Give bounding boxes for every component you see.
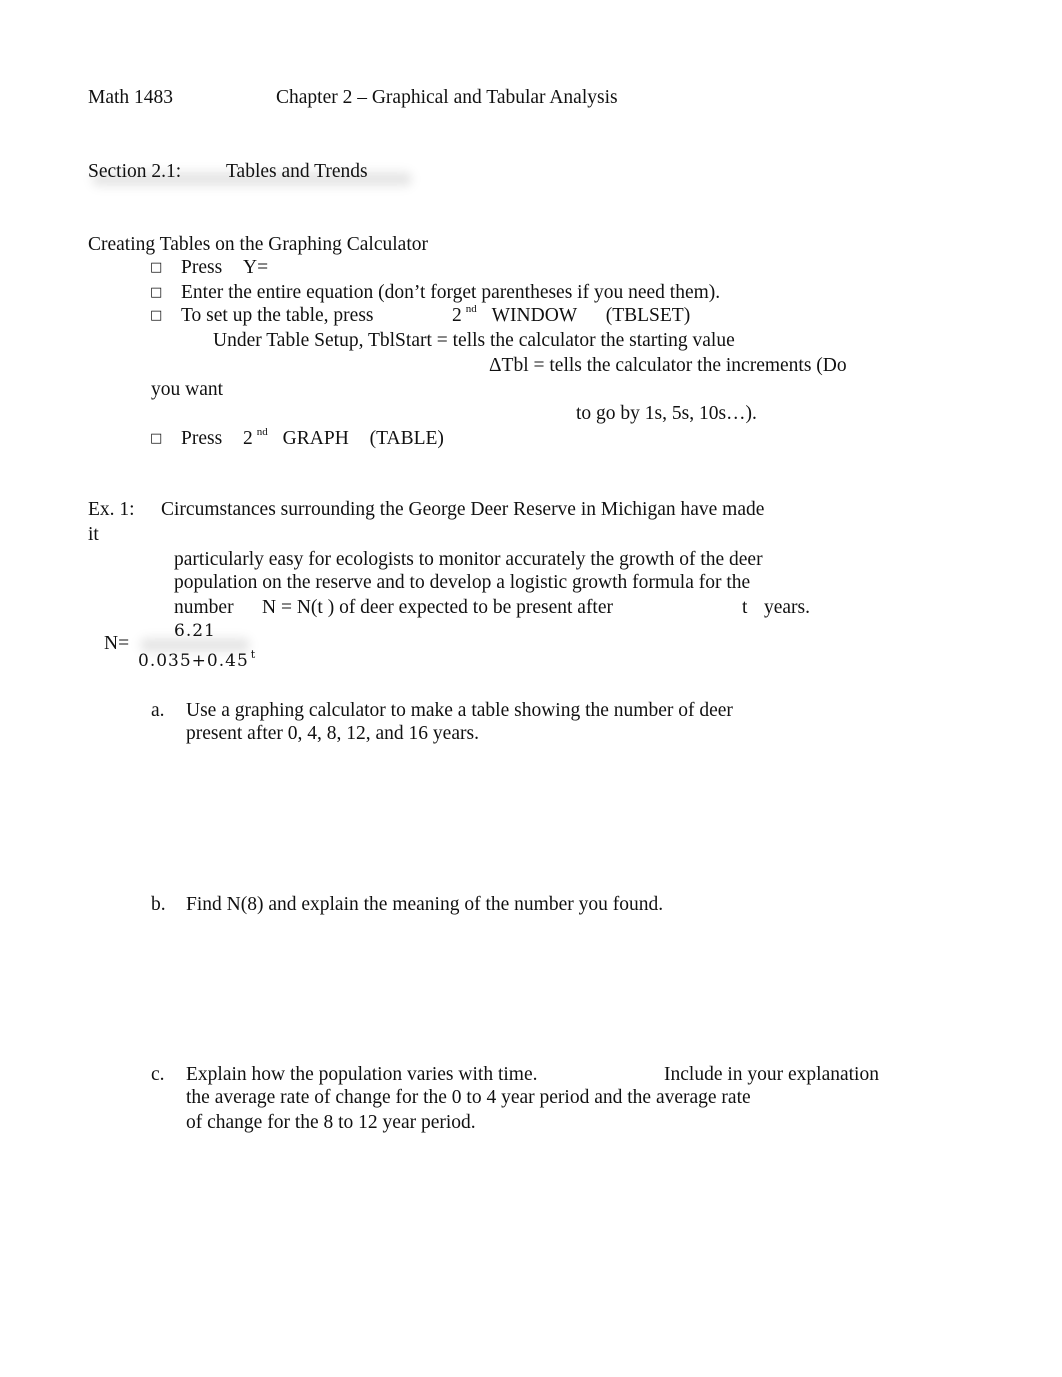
setup-line-4: to go by 1s, 5s, 10s…).	[576, 403, 757, 424]
question-a-line-2: present after 0, 4, 8, 12, and 16 years.	[186, 723, 479, 744]
step-1: Press Y=	[181, 258, 268, 278]
bullet-icon: □	[150, 308, 163, 323]
example-label: Ex. 1:	[88, 499, 135, 520]
formula-numerator: 6.21	[174, 621, 216, 641]
key-graph: GRAPH	[282, 428, 349, 449]
question-c-line-1a: Explain how the population varies with t…	[186, 1064, 538, 1085]
key-y-equals: Y=	[243, 257, 269, 278]
formula-denominator-base: 0.035+0.45	[138, 651, 249, 671]
example-line-1-wrap: it	[88, 524, 99, 545]
example-line-4b: N = N(t ) of deer expected to be present…	[262, 597, 613, 618]
step-4-press: Press	[181, 428, 223, 449]
step-2: Enter the entire equation (don’t forget …	[181, 282, 721, 303]
example-line-1: Circumstances surrounding the George Dee…	[161, 499, 765, 520]
setup-line-2: ΔTbl = tells the calculator the incremen…	[489, 355, 847, 376]
key-table: (TABLE)	[369, 428, 444, 449]
step-1-press: Press	[181, 257, 223, 278]
key-2nd-sup: nd	[256, 426, 268, 438]
key-2nd-num: 2	[452, 305, 462, 326]
setup-line-3: you want	[151, 379, 224, 400]
key-window: WINDOW	[491, 305, 577, 326]
question-b-line-1: Find N(8) and explain the meaning of the…	[186, 894, 664, 915]
example-line-4c: t	[742, 597, 748, 618]
section-label: Section 2.1:	[88, 161, 182, 182]
step-3-text: To set up the table, press	[181, 305, 374, 326]
key-2nd-num: 2	[243, 428, 253, 449]
question-c-line-3: of change for the 8 to 12 year period.	[186, 1112, 476, 1133]
calculator-heading: Creating Tables on the Graphing Calculat…	[88, 234, 428, 255]
bullet-icon: □	[150, 285, 163, 300]
question-c-line-2: the average rate of change for the 0 to …	[186, 1087, 751, 1108]
key-tblset: (TBLSET)	[605, 305, 691, 326]
step-4: Press 2nd GRAPH (TABLE)	[181, 426, 444, 449]
section-title: Tables and Trends	[226, 161, 368, 182]
bullet-icon: □	[150, 260, 163, 275]
formula-lhs: N=	[104, 633, 130, 654]
example-line-3: population on the reserve and to develop…	[174, 572, 751, 593]
example-line-2: particularly easy for ecologists to moni…	[174, 549, 763, 570]
course-number: Math 1483	[88, 87, 174, 108]
question-a-line-1: Use a graphing calculator to make a tabl…	[186, 700, 733, 721]
question-b-letter: b.	[151, 894, 166, 915]
question-a-letter: a.	[151, 700, 165, 721]
formula-exponent: t	[250, 648, 257, 661]
chapter-title: Chapter 2 – Graphical and Tabular Analys…	[276, 87, 618, 108]
key-2nd-sup: nd	[465, 303, 477, 315]
question-c-letter: c.	[151, 1064, 165, 1085]
question-c-line-1b: Include in your explanation	[664, 1064, 879, 1085]
formula-denominator: 0.035+0.45 t	[138, 649, 256, 671]
setup-line-1: Under Table Setup, TblStart = tells the …	[213, 330, 735, 351]
bullet-icon: □	[150, 431, 163, 446]
example-line-4a: number	[174, 597, 234, 618]
example-line-4d: years.	[764, 597, 811, 618]
step-3-key: 2nd WINDOW (TBLSET)	[452, 303, 691, 326]
